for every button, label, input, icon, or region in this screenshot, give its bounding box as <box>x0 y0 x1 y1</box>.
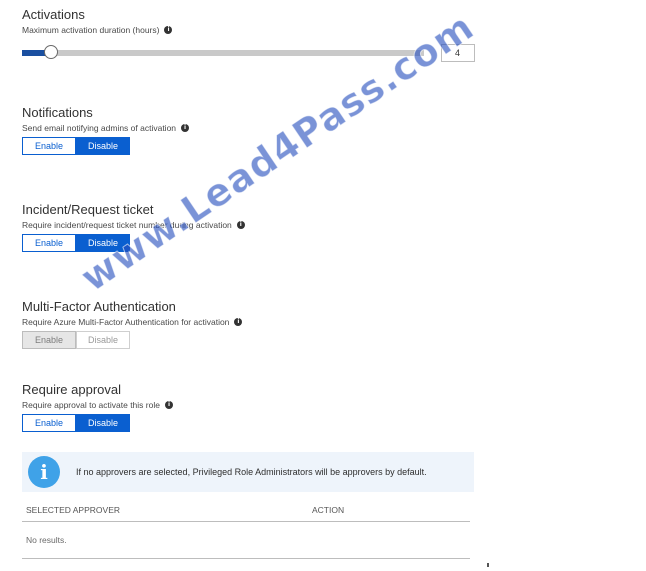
approvers-table-header: SELECTED APPROVER ACTION <box>22 505 470 522</box>
incident-ticket-description: Require incident/request ticket number d… <box>22 220 245 230</box>
activation-duration-slider[interactable] <box>22 45 424 59</box>
slider-thumb[interactable] <box>44 45 58 59</box>
mfa-disable-button: Disable <box>76 331 130 349</box>
mfa-title: Multi-Factor Authentication <box>22 299 176 314</box>
notifications-title: Notifications <box>22 105 93 120</box>
info-icon[interactable]: i <box>164 401 173 409</box>
notifications-section: Notifications Send email notifying admin… <box>22 105 190 155</box>
info-icon[interactable]: i <box>236 221 245 229</box>
incident-ticket-title: Incident/Request ticket <box>22 202 154 217</box>
incident-ticket-enable-button[interactable]: Enable <box>22 234 76 252</box>
approvers-table-empty: No results. <box>26 535 67 545</box>
approval-disable-button[interactable]: Disable <box>76 414 130 432</box>
activation-duration-input[interactable]: 4 <box>441 44 475 62</box>
info-message-text: If no approvers are selected, Privileged… <box>76 466 427 477</box>
table-divider <box>22 558 470 559</box>
notifications-description: Send email notifying admins of activatio… <box>22 123 190 133</box>
info-icon[interactable]: i <box>234 318 243 326</box>
cursor-mark <box>487 563 489 567</box>
info-icon[interactable]: i <box>181 124 190 132</box>
column-selected-approver: SELECTED APPROVER <box>26 505 121 515</box>
mfa-description: Require Azure Multi-Factor Authenticatio… <box>22 317 243 327</box>
notifications-enable-button[interactable]: Enable <box>22 137 76 155</box>
mfa-enable-button: Enable <box>22 331 76 349</box>
mfa-toggle: Enable Disable <box>22 331 130 349</box>
notifications-disable-button[interactable]: Disable <box>76 137 130 155</box>
activations-description: Maximum activation duration (hours) i <box>22 25 173 35</box>
info-icon[interactable]: i <box>164 26 173 34</box>
mfa-description-text: Require Azure Multi-Factor Authenticatio… <box>22 317 230 327</box>
incident-ticket-toggle: Enable Disable <box>22 234 130 252</box>
incident-ticket-description-text: Require incident/request ticket number d… <box>22 220 232 230</box>
notifications-toggle: Enable Disable <box>22 137 130 155</box>
approval-description: Require approval to activate this role i <box>22 400 173 410</box>
notifications-description-text: Send email notifying admins of activatio… <box>22 123 177 133</box>
activations-title: Activations <box>22 7 85 22</box>
approval-title: Require approval <box>22 382 122 397</box>
slider-fill <box>22 50 46 56</box>
approval-enable-button[interactable]: Enable <box>22 414 76 432</box>
approval-description-text: Require approval to activate this role <box>22 400 160 410</box>
approvers-info-message: i If no approvers are selected, Privileg… <box>22 452 474 492</box>
mfa-section: Multi-Factor Authentication Require Azur… <box>22 299 243 349</box>
approval-section: Require approval Require approval to act… <box>22 382 173 432</box>
activations-section: Activations Maximum activation duration … <box>22 7 173 35</box>
approval-toggle: Enable Disable <box>22 414 130 432</box>
activations-description-text: Maximum activation duration (hours) <box>22 25 160 35</box>
incident-ticket-section: Incident/Request ticket Require incident… <box>22 202 245 252</box>
column-action: ACTION <box>312 505 345 515</box>
incident-ticket-disable-button[interactable]: Disable <box>76 234 130 252</box>
info-circle-icon: i <box>28 456 60 488</box>
